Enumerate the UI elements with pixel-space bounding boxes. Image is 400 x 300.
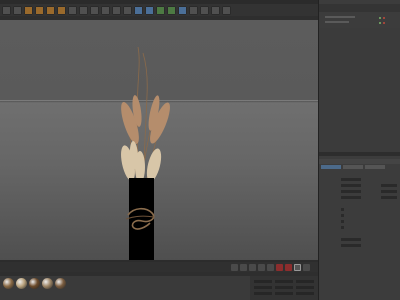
attr-field[interactable] <box>341 238 361 241</box>
object-manager <box>319 12 400 28</box>
autokey-icon[interactable] <box>285 263 292 271</box>
attr-field[interactable] <box>341 196 361 199</box>
rotate-icon[interactable] <box>57 5 66 15</box>
move-icon[interactable] <box>35 5 44 15</box>
object-manager-empty-area <box>319 28 400 152</box>
coord-field[interactable] <box>254 292 272 295</box>
twig-wrap <box>125 207 155 230</box>
attribute-title-bar <box>319 159 400 164</box>
render-icon[interactable] <box>123 5 132 15</box>
last-frame-icon[interactable] <box>267 263 274 271</box>
deformer-icon[interactable] <box>189 5 198 15</box>
material-swatch[interactable] <box>3 278 14 289</box>
keyframe-icon[interactable] <box>294 263 301 271</box>
render-dot[interactable] <box>383 17 385 19</box>
coord-field[interactable] <box>296 292 314 295</box>
redo-icon[interactable] <box>13 5 22 15</box>
floor-icon[interactable] <box>200 5 209 15</box>
undo-icon[interactable] <box>2 5 11 15</box>
right-panel <box>318 0 400 300</box>
render-dot[interactable] <box>383 22 385 24</box>
select-icon[interactable] <box>24 5 33 15</box>
cube-icon[interactable] <box>145 5 154 15</box>
material-swatch[interactable] <box>16 278 27 289</box>
visibility-dot[interactable] <box>379 17 381 19</box>
scale-icon[interactable] <box>46 5 55 15</box>
tab-basic[interactable] <box>321 165 341 169</box>
object-manager-menu <box>319 4 400 12</box>
coordinates-manager <box>250 276 318 300</box>
visibility-dot[interactable] <box>379 22 381 24</box>
tab-coord[interactable] <box>343 165 363 169</box>
material-swatch[interactable] <box>42 278 53 289</box>
coord-field[interactable] <box>296 280 314 283</box>
attr-field[interactable] <box>341 184 361 187</box>
camera-icon[interactable] <box>211 5 220 15</box>
attr-field[interactable] <box>341 244 361 247</box>
attr-field[interactable] <box>341 178 361 181</box>
timeline-icon[interactable] <box>303 263 310 271</box>
attr-checkbox[interactable] <box>341 214 344 217</box>
first-frame-icon[interactable] <box>231 263 238 271</box>
prev-frame-icon[interactable] <box>240 263 247 271</box>
coord-field[interactable] <box>296 286 314 289</box>
coord-field[interactable] <box>275 286 293 289</box>
next-frame-icon[interactable] <box>258 263 265 271</box>
pen-icon[interactable] <box>156 5 165 15</box>
render-settings-icon[interactable] <box>134 5 143 15</box>
attr-checkbox[interactable] <box>341 220 344 223</box>
subdivision-icon[interactable] <box>167 5 176 15</box>
axis-y-icon[interactable] <box>79 5 88 15</box>
main-toolbar <box>0 4 318 16</box>
attr-field[interactable] <box>381 184 397 187</box>
attr-checkbox[interactable] <box>341 226 344 229</box>
axis-z-icon[interactable] <box>90 5 99 15</box>
world-icon[interactable] <box>101 5 110 15</box>
material-manager <box>0 276 250 300</box>
attr-field[interactable] <box>381 196 397 199</box>
record-icon[interactable] <box>276 263 283 271</box>
tab-object[interactable] <box>365 165 385 169</box>
attribute-manager-menu <box>319 152 400 156</box>
material-swatch[interactable] <box>55 278 66 289</box>
attribute-tabs <box>319 165 400 169</box>
object-row[interactable] <box>325 21 349 23</box>
attr-checkbox[interactable] <box>341 208 344 211</box>
object-row[interactable] <box>325 16 355 18</box>
attr-field[interactable] <box>381 190 397 193</box>
play-icon[interactable] <box>249 263 256 271</box>
axis-x-icon[interactable] <box>68 5 77 15</box>
coord-field[interactable] <box>275 292 293 295</box>
coord-field[interactable] <box>254 286 272 289</box>
material-swatch[interactable] <box>29 278 40 289</box>
render-view-icon[interactable] <box>112 5 121 15</box>
perspective-viewport[interactable] <box>0 20 318 260</box>
playback-controls <box>0 262 318 272</box>
coord-field[interactable] <box>254 280 272 283</box>
array-icon[interactable] <box>178 5 187 15</box>
light-icon[interactable] <box>222 5 231 15</box>
coord-field[interactable] <box>275 280 293 283</box>
attr-field[interactable] <box>341 190 361 193</box>
